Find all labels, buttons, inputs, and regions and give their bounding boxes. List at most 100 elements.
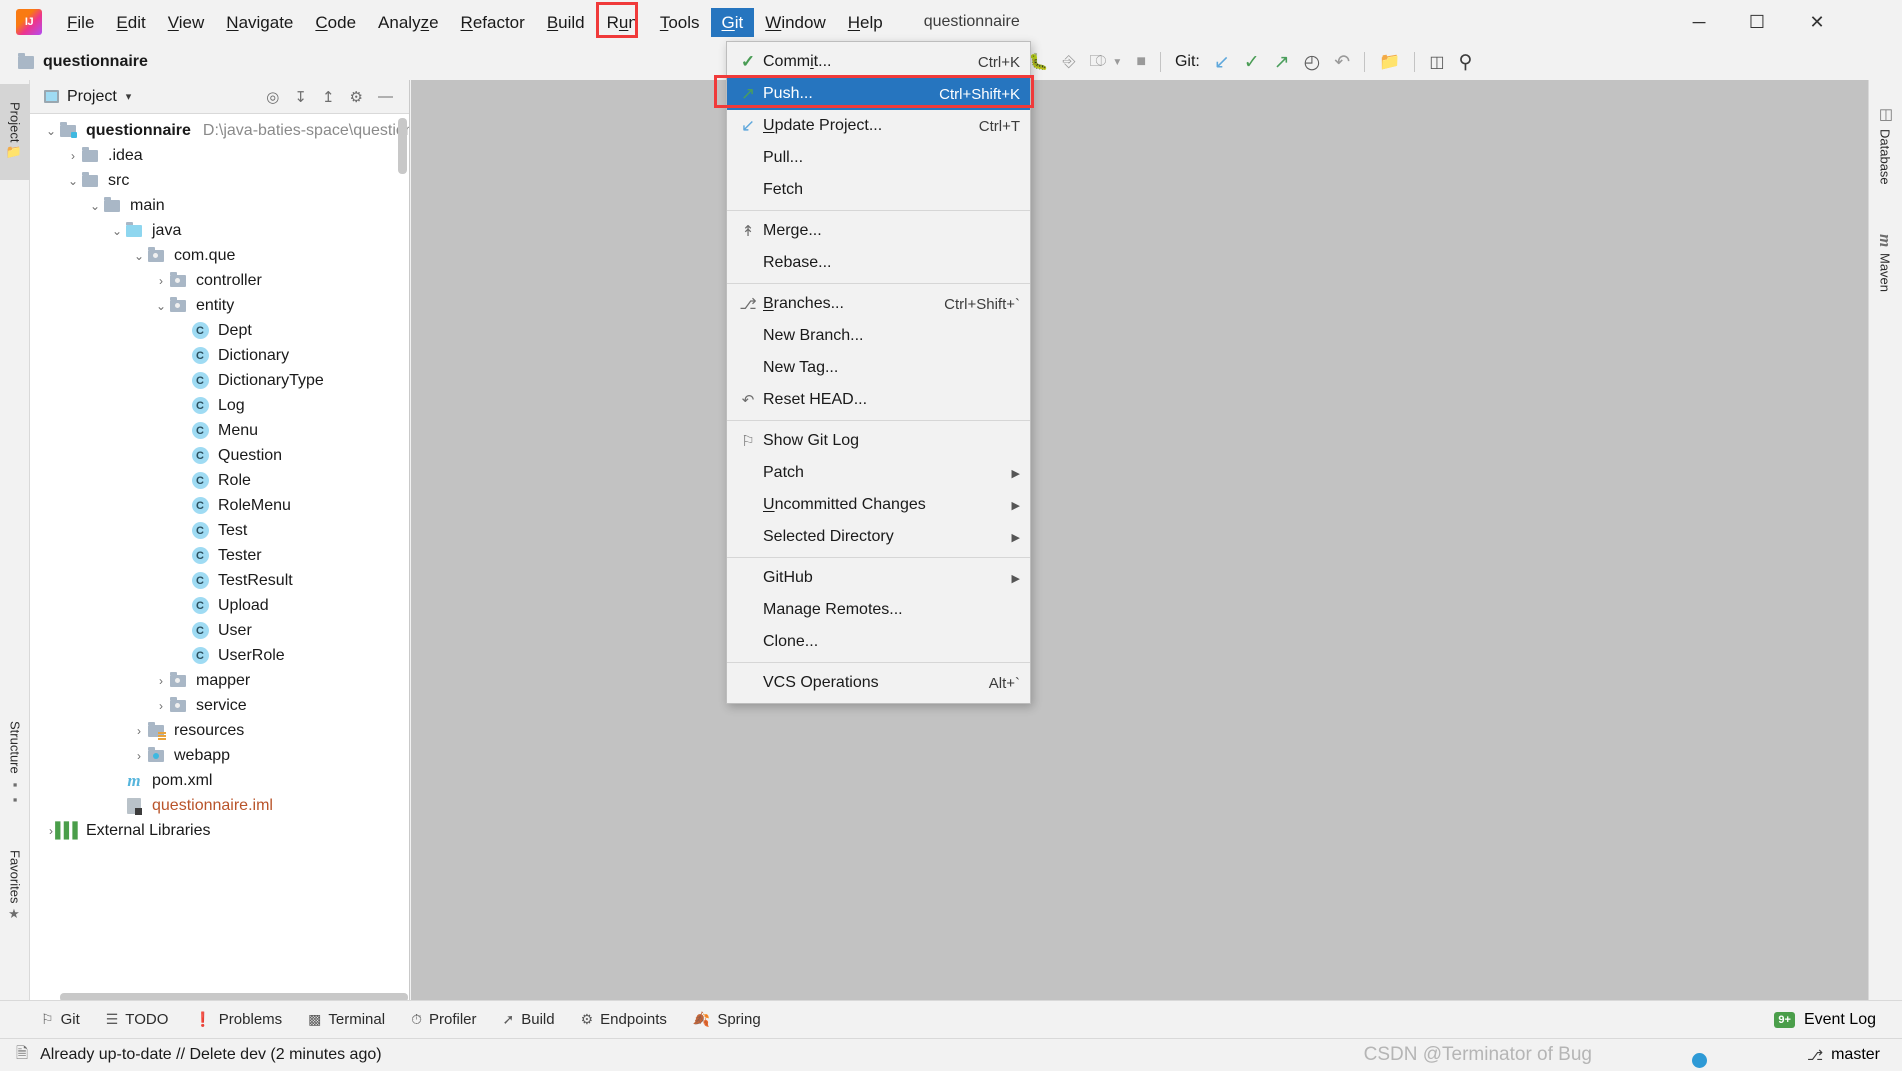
git-menu-item-new-tag[interactable]: New Tag... [727, 352, 1030, 384]
tool-window-build[interactable]: ➚ Build [490, 1011, 568, 1028]
chevron-icon[interactable]: ⌄ [88, 199, 102, 213]
git-menu-item-merge[interactable]: ↟ Merge... [727, 215, 1030, 247]
branch-indicator[interactable]: ⎇ master [1807, 1046, 1880, 1064]
chevron-icon[interactable]: › [154, 699, 168, 713]
sidebar-tab-project[interactable]: Project 📁 [0, 84, 30, 180]
tree-node[interactable]: m pom.xml [30, 768, 409, 793]
coverage-icon[interactable]: ⎆ [1063, 53, 1076, 71]
tool-window-terminal[interactable]: ▩ Terminal [295, 1011, 398, 1028]
chevron-icon[interactable]: ⌄ [154, 299, 168, 313]
git-push-icon[interactable]: ↗ [1274, 51, 1290, 74]
project-tree[interactable]: ⌄ questionnaire D:\java-baties-space\quest… [30, 114, 409, 843]
menu-refactor[interactable]: Refactor [450, 8, 536, 37]
git-menu-item-uncommitted-changes[interactable]: Uncommitted Changes ▶ [727, 489, 1030, 521]
tree-node[interactable]: C Menu [30, 418, 409, 443]
menu-help[interactable]: Help [837, 8, 894, 37]
stop-icon[interactable]: ■ [1136, 53, 1146, 71]
chevron-icon[interactable]: › [132, 749, 146, 763]
menu-view[interactable]: View [157, 8, 216, 37]
tree-node[interactable]: › service [30, 693, 409, 718]
tree-node[interactable]: › ▌▌▌ External Libraries [30, 818, 409, 843]
menu-run[interactable]: Run [596, 8, 649, 37]
tree-node[interactable]: ⌄ entity [30, 293, 409, 318]
git-menu-item-show-git-log[interactable]: ⚐ Show Git Log [727, 425, 1030, 457]
open-project-folder-icon[interactable]: 📁 [1379, 52, 1400, 72]
git-update-icon[interactable]: ↙ [1214, 51, 1230, 74]
git-menu-item-new-branch[interactable]: New Branch... [727, 320, 1030, 352]
tree-node[interactable]: C Role [30, 468, 409, 493]
tree-node[interactable]: C Dept [30, 318, 409, 343]
git-menu-item-github[interactable]: GitHub ▶ [727, 562, 1030, 594]
chevron-icon[interactable]: ⌄ [110, 224, 124, 238]
menu-tools[interactable]: Tools [649, 8, 711, 37]
profile-icon[interactable]: ⎄ [1089, 53, 1106, 71]
tree-node[interactable]: C Log [30, 393, 409, 418]
git-menu-item-vcs-operations[interactable]: VCS Operations Alt+` [727, 667, 1030, 699]
tree-node[interactable]: C User [30, 618, 409, 643]
run-anything-icon[interactable]: ◫ [1429, 52, 1444, 72]
menu-git[interactable]: Git [710, 7, 755, 37]
git-rollback-icon[interactable]: ↶ [1334, 51, 1350, 74]
git-commit-icon[interactable]: ✓ [1244, 51, 1260, 74]
chevron-icon[interactable]: ⌄ [44, 124, 58, 138]
tree-node[interactable]: C DictionaryType [30, 368, 409, 393]
sidebar-tab-favorites[interactable]: Favorites ★ [0, 836, 30, 936]
git-menu-item-selected-directory[interactable]: Selected Directory ▶ [727, 521, 1030, 553]
tool-window-spring[interactable]: 🍂 Spring [680, 1011, 774, 1028]
menu-navigate[interactable]: Navigate [215, 8, 304, 37]
target-icon[interactable]: ◎ [266, 88, 279, 106]
tree-node[interactable]: › resources [30, 718, 409, 743]
git-menu-item-reset-head[interactable]: ↶ Reset HEAD... [727, 384, 1030, 416]
menu-window[interactable]: Window [754, 8, 836, 37]
git-menu-item-branches[interactable]: ⎇ Branches... Ctrl+Shift+` [727, 288, 1030, 320]
chevron-down-icon[interactable]: ▾ [126, 90, 132, 103]
chevron-icon[interactable]: › [154, 274, 168, 288]
close-button[interactable]: ✕ [1788, 0, 1846, 44]
tool-window-git[interactable]: ⚐ Git [28, 1011, 93, 1028]
sidebar-tab-maven[interactable]: m Maven [1868, 215, 1902, 311]
menu-edit[interactable]: Edit [105, 8, 156, 37]
git-menu-item-pull[interactable]: Pull... [727, 142, 1030, 174]
tree-node[interactable]: › controller [30, 268, 409, 293]
chevron-icon[interactable]: › [132, 724, 146, 738]
tree-node[interactable]: questionnaire.iml [30, 793, 409, 818]
git-menu-item-update-project[interactable]: ↙ Update Project... Ctrl+T [727, 110, 1030, 142]
menu-build[interactable]: Build [536, 8, 596, 37]
search-icon[interactable]: ⚲ [1458, 51, 1472, 74]
maximize-button[interactable]: ☐ [1728, 0, 1786, 44]
git-dropdown-menu[interactable]: ✓ Commit... Ctrl+K ↗ Push... Ctrl+Shift+K ↙ Upd… [726, 41, 1031, 704]
tree-node[interactable]: › webapp [30, 743, 409, 768]
tool-window-profiler[interactable]: ⏱ Profiler [398, 1011, 489, 1028]
collapse-all-icon[interactable]: ↧ [294, 88, 307, 106]
git-menu-item-commit[interactable]: ✓ Commit... Ctrl+K [727, 46, 1030, 78]
git-menu-item-patch[interactable]: Patch ▶ [727, 457, 1030, 489]
tree-node[interactable]: C RoleMenu [30, 493, 409, 518]
chevron-down-icon[interactable]: ▼ [1112, 57, 1122, 68]
tree-node[interactable]: C Dictionary [30, 343, 409, 368]
editor-background[interactable]: uble Shiftlmen [411, 80, 1868, 1020]
tree-node[interactable]: ⌄ main [30, 193, 409, 218]
tree-node[interactable]: C Tester [30, 543, 409, 568]
git-menu-item-rebase[interactable]: Rebase... [727, 247, 1030, 279]
menu-file[interactable]: File [56, 8, 105, 37]
chevron-icon[interactable]: ⌄ [132, 249, 146, 263]
tree-node[interactable]: › .idea [30, 143, 409, 168]
tree-node[interactable]: ⌄ src [30, 168, 409, 193]
tree-node[interactable]: C TestResult [30, 568, 409, 593]
chevron-icon[interactable]: › [66, 149, 80, 163]
chevron-icon[interactable]: ⌄ [66, 174, 80, 188]
tool-window-endpoints[interactable]: ⚙ Endpoints [568, 1011, 680, 1028]
project-vertical-scrollbar[interactable] [398, 118, 407, 174]
tree-node[interactable]: ⌄ java [30, 218, 409, 243]
tree-node[interactable]: ⌄ com.que [30, 243, 409, 268]
tree-node[interactable]: C Test [30, 518, 409, 543]
tool-window-problems[interactable]: ❗ Problems [181, 1011, 295, 1028]
git-menu-item-fetch[interactable]: Fetch [727, 174, 1030, 206]
git-menu-item-manage-remotes[interactable]: Manage Remotes... [727, 594, 1030, 626]
menu-analyze[interactable]: Analyze [367, 8, 450, 37]
git-menu-item-push[interactable]: ↗ Push... Ctrl+Shift+K [727, 78, 1030, 110]
debug-icon[interactable]: 🐛 [1029, 52, 1049, 72]
expand-all-icon[interactable]: ↥ [322, 88, 335, 106]
tree-node[interactable]: ⌄ questionnaire D:\java-baties-space\quest… [30, 118, 409, 143]
sidebar-tab-database[interactable]: ◫ Database [1868, 90, 1902, 200]
